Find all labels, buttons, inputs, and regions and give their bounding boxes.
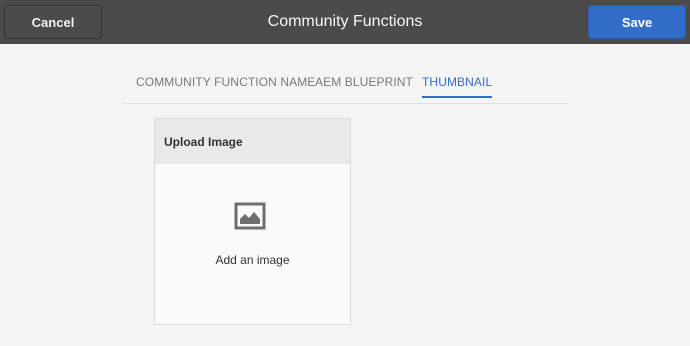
add-image-text[interactable]: Add an image	[155, 253, 350, 267]
upload-image-card[interactable]: Upload Image Add an image	[154, 118, 351, 325]
upload-image-header: Upload Image	[155, 119, 350, 164]
tab-thumbnail[interactable]: THUMBNAIL	[422, 75, 493, 98]
tab-community-function-name[interactable]: COMMUNITY FUNCTION NAME	[136, 75, 315, 96]
top-bar: Cancel Community Functions Save	[0, 0, 690, 44]
page-title: Community Functions	[267, 13, 423, 30]
save-button[interactable]: Save	[588, 5, 686, 39]
tab-aem-blueprint[interactable]: AEM BLUEPRINT	[315, 75, 413, 96]
tab-bar: COMMUNITY FUNCTION NAME AEM BLUEPRINT TH…	[122, 64, 568, 104]
image-icon[interactable]	[234, 202, 266, 230]
cancel-button[interactable]: Cancel	[4, 5, 102, 39]
